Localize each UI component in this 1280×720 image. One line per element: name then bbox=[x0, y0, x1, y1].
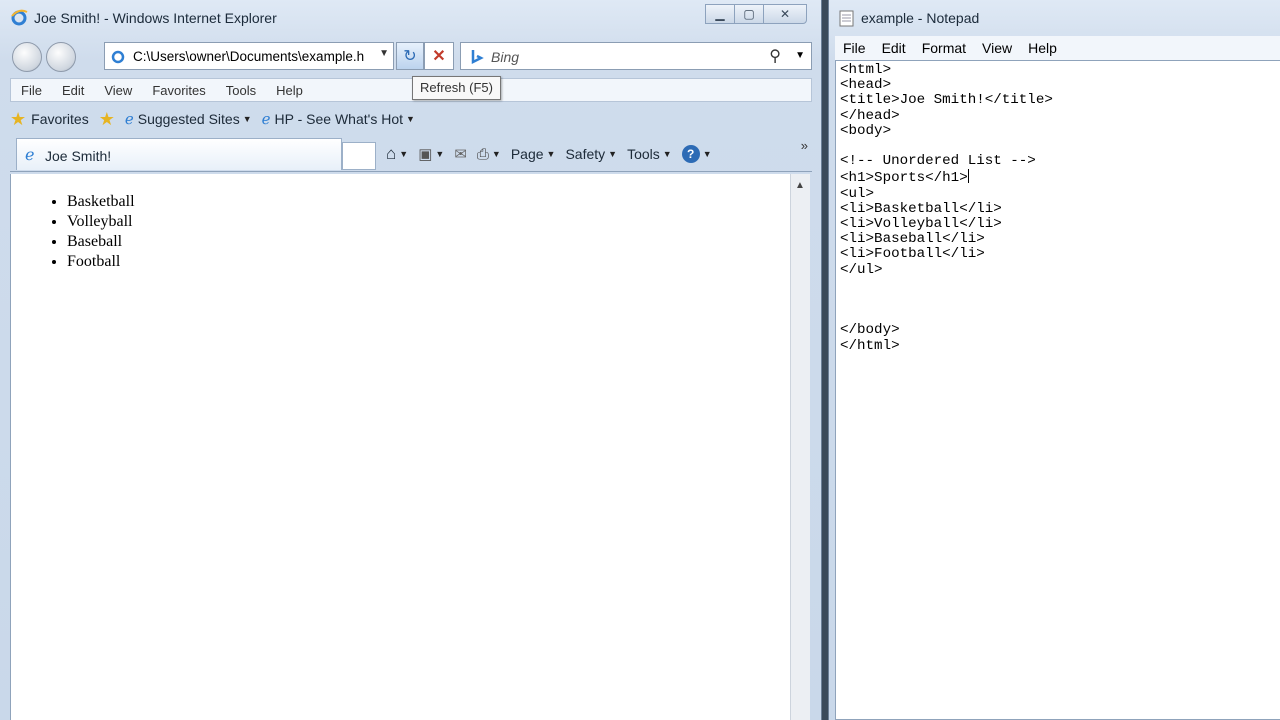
star-icon: ★ bbox=[10, 108, 27, 129]
chevron-down-icon: ▼ bbox=[546, 149, 556, 159]
chevron-down-icon: ▼ bbox=[406, 114, 415, 124]
np-menu-help[interactable]: Help bbox=[1028, 40, 1057, 56]
menu-help[interactable]: Help bbox=[276, 83, 303, 98]
ie-logo-icon bbox=[11, 9, 28, 26]
text-cursor bbox=[967, 169, 969, 184]
sports-list: Basketball Volleyball Baseball Football bbox=[67, 192, 135, 272]
menu-view[interactable]: View bbox=[104, 83, 132, 98]
forward-button[interactable] bbox=[46, 42, 76, 72]
np-menu-view[interactable]: View bbox=[982, 40, 1012, 56]
refresh-tooltip: Refresh (F5) bbox=[412, 76, 501, 100]
ie-page-icon: ℯ bbox=[25, 147, 35, 164]
add-favorite-star-icon: ★ bbox=[98, 108, 115, 129]
new-tab-button[interactable] bbox=[342, 142, 376, 170]
scroll-up-icon[interactable]: ▲ bbox=[795, 180, 805, 191]
menu-file[interactable]: File bbox=[21, 83, 42, 98]
notepad-text: <html> <head> <title>Joe Smith!</title> … bbox=[840, 62, 1053, 354]
chevron-more-icon[interactable]: » bbox=[801, 138, 808, 153]
chevron-down-icon: ▼ bbox=[702, 149, 712, 159]
favorites-bar: ★ Favorites ★ ℯ Suggested Sites ▼ ℯ HP -… bbox=[10, 104, 812, 134]
chevron-down-icon: ▼ bbox=[242, 114, 252, 124]
notepad-icon bbox=[839, 10, 854, 27]
hp-whats-hot-link[interactable]: ℯ HP - See What's Hot ▼ bbox=[262, 110, 415, 128]
address-input[interactable]: C:\Users\owner\Documents\example.h bbox=[133, 49, 373, 64]
search-options-icon[interactable]: ▼ bbox=[795, 50, 805, 61]
back-button[interactable] bbox=[12, 42, 42, 72]
close-button[interactable]: ✕ bbox=[763, 4, 807, 24]
refresh-icon: ↻ bbox=[403, 48, 417, 65]
feeds-button[interactable]: ▣ ▼ bbox=[418, 145, 444, 163]
np-menu-edit[interactable]: Edit bbox=[882, 40, 906, 56]
np-menu-file[interactable]: File bbox=[843, 40, 866, 56]
ie-window-title: Joe Smith! - Windows Internet Explorer bbox=[34, 10, 277, 26]
add-favorite-button[interactable]: ★ bbox=[99, 109, 115, 130]
chevron-down-icon: ▼ bbox=[399, 149, 409, 159]
print-button[interactable]: ⎙ ▼ bbox=[477, 146, 501, 163]
minimize-button[interactable]: ▁ bbox=[705, 4, 735, 24]
list-item: Basketball bbox=[67, 192, 135, 212]
help-icon: ? bbox=[681, 145, 700, 163]
command-bar: ℯ Joe Smith! ⌂ ▼ ▣ ▼ ✉ ⎙ ▼ Page ▼ Safety ▼ To… bbox=[10, 136, 812, 172]
page-icon bbox=[111, 50, 125, 64]
stop-button[interactable]: ✕ bbox=[424, 42, 454, 70]
tab-label: Joe Smith! bbox=[45, 148, 112, 164]
notepad-window: example - Notepad File Edit Format View … bbox=[828, 0, 1280, 720]
bing-logo-icon bbox=[471, 50, 484, 65]
search-box[interactable]: Bing ⚲ ▼ bbox=[460, 42, 812, 70]
search-input[interactable]: Bing bbox=[491, 49, 519, 65]
stop-icon: ✕ bbox=[432, 48, 446, 65]
mail-button[interactable]: ✉ bbox=[454, 145, 467, 163]
notepad-window-title: example - Notepad bbox=[861, 10, 980, 26]
address-bar[interactable]: C:\Users\owner\Documents\example.h ▼ bbox=[104, 42, 394, 70]
tools-menu[interactable]: Tools ▼ bbox=[627, 146, 672, 162]
suggested-sites-link[interactable]: ℯ Suggested Sites ▼ bbox=[125, 110, 252, 128]
vertical-scrollbar[interactable]: ▲ bbox=[790, 174, 810, 720]
list-item: Football bbox=[67, 252, 135, 272]
refresh-button[interactable]: ↻ bbox=[396, 42, 424, 70]
list-item: Baseball bbox=[67, 232, 135, 252]
ie-titlebar[interactable]: Joe Smith! - Windows Internet Explorer ▁… bbox=[0, 0, 821, 36]
notepad-menubar: File Edit Format View Help bbox=[835, 36, 1280, 60]
chevron-down-icon: ▼ bbox=[435, 149, 445, 159]
menu-favorites[interactable]: Favorites bbox=[152, 83, 205, 98]
notepad-text-area[interactable]: <html> <head> <title>Joe Smith!</title> … bbox=[835, 60, 1280, 720]
home-icon: ⌂ bbox=[386, 144, 397, 163]
favorites-button[interactable]: ★ Favorites bbox=[10, 109, 89, 130]
printer-icon: ⎙ bbox=[476, 145, 489, 163]
home-button[interactable]: ⌂ ▼ bbox=[386, 144, 408, 164]
np-menu-format[interactable]: Format bbox=[922, 40, 966, 56]
safety-menu[interactable]: Safety ▼ bbox=[565, 146, 617, 162]
page-menu[interactable]: Page ▼ bbox=[511, 146, 556, 162]
list-item: Volleyball bbox=[67, 212, 135, 232]
chevron-down-icon: ▼ bbox=[608, 149, 618, 159]
menu-tools[interactable]: Tools bbox=[226, 83, 256, 98]
menu-edit[interactable]: Edit bbox=[62, 83, 84, 98]
chevron-down-icon[interactable]: ▼ bbox=[379, 48, 389, 59]
chevron-down-icon: ▼ bbox=[491, 149, 501, 159]
help-menu[interactable]: ? ▼ bbox=[681, 145, 712, 163]
ie-menubar: File Edit View Favorites Tools Help bbox=[10, 78, 812, 102]
maximize-button[interactable]: ▢ bbox=[734, 4, 764, 24]
mail-icon: ✉ bbox=[454, 146, 467, 163]
page-content: Basketball Volleyball Baseball Football bbox=[10, 174, 790, 720]
ie-page-icon: ℯ bbox=[124, 111, 134, 128]
ie-page-icon: ℯ bbox=[261, 111, 271, 128]
rss-icon: ▣ bbox=[418, 146, 433, 163]
chevron-down-icon: ▼ bbox=[662, 149, 672, 159]
ie-window: Joe Smith! - Windows Internet Explorer ▁… bbox=[0, 0, 822, 720]
search-icon[interactable]: ⚲ bbox=[769, 46, 781, 66]
tab-joe-smith[interactable]: ℯ Joe Smith! bbox=[16, 138, 342, 170]
